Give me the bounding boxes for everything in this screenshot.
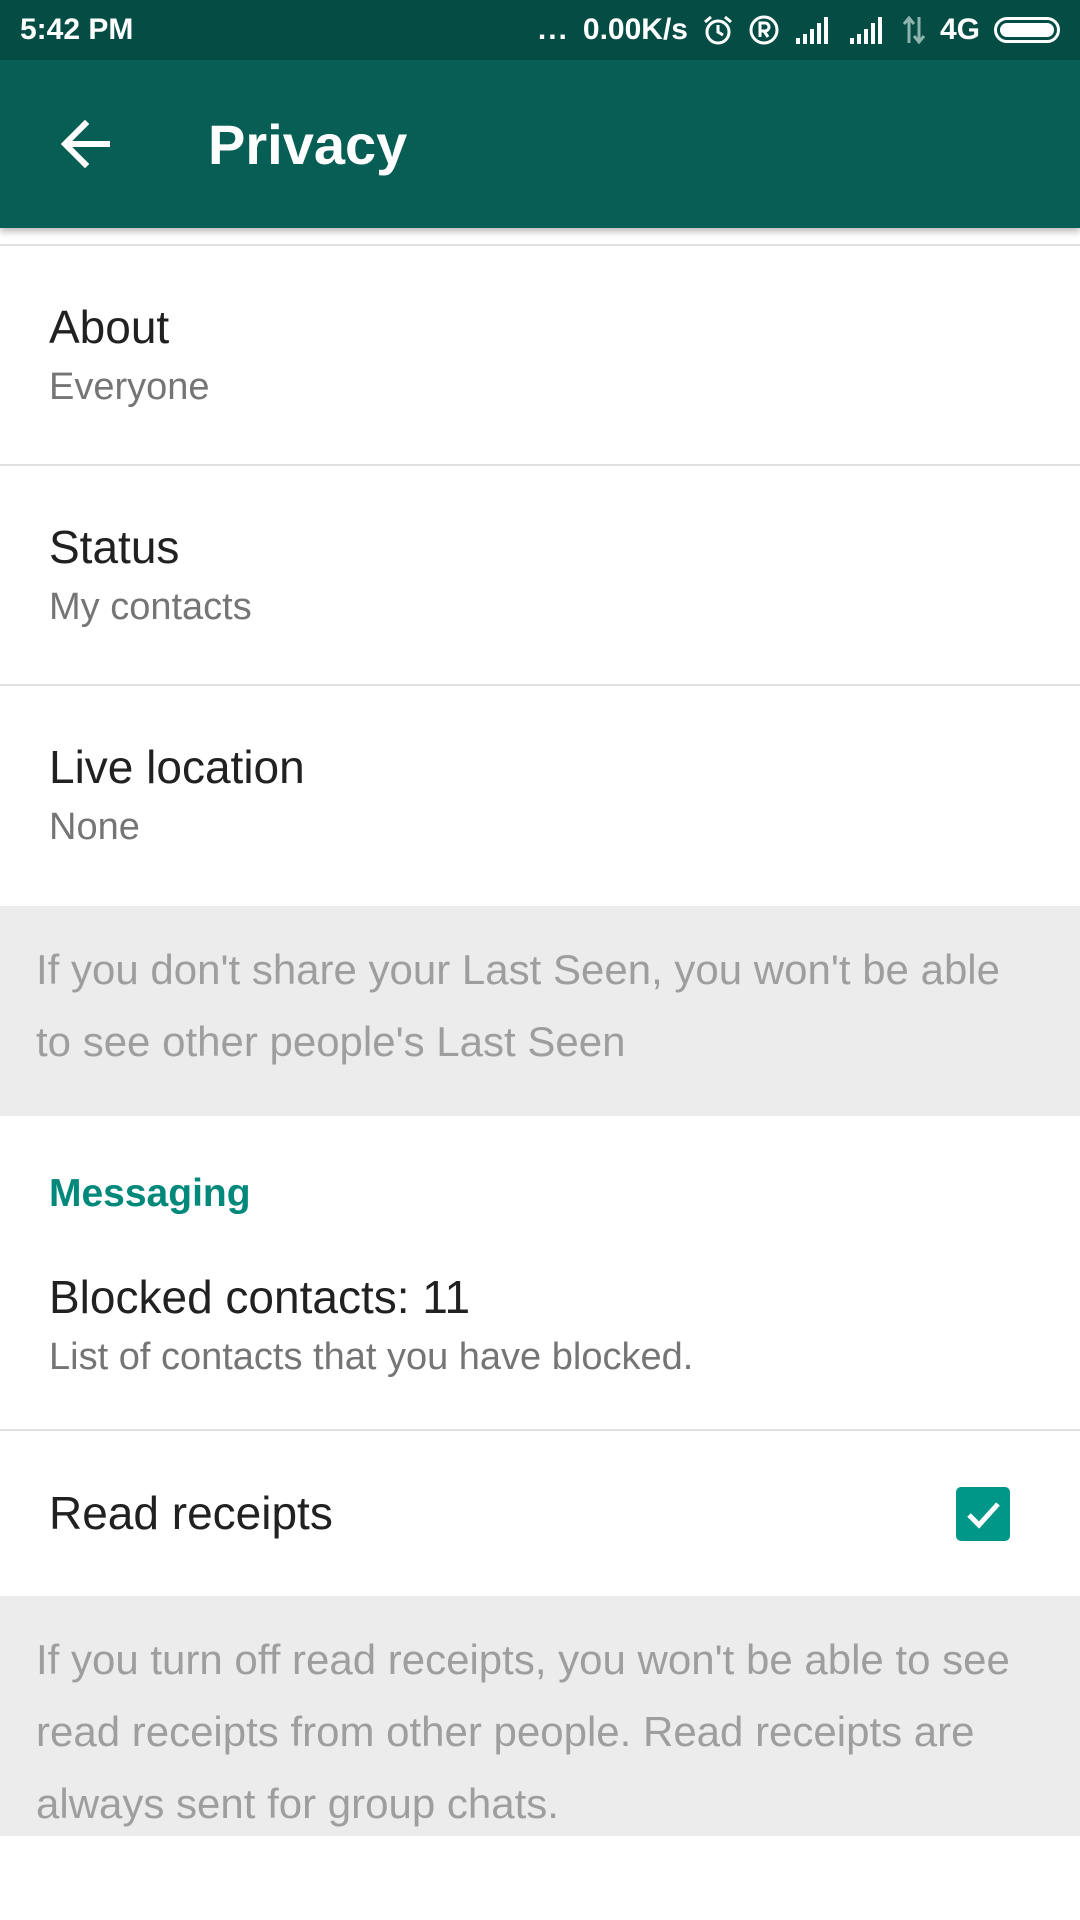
setting-value: None (49, 806, 140, 849)
read-receipts-info-text: If you turn off read receipts, you won't… (0, 1596, 1080, 1836)
back-button[interactable] (30, 89, 140, 199)
status-bar: 5:42 PM ... 0.00K/s 4G (0, 0, 1080, 60)
setting-live-location[interactable]: Live location None (0, 686, 1080, 906)
setting-title: Live location (49, 741, 305, 793)
divider (0, 228, 1080, 246)
privacy-settings-list: About Everyone Status My contacts Live l… (0, 228, 1080, 1836)
setting-status[interactable]: Status My contacts (0, 466, 1080, 686)
status-time: 5:42 PM (20, 13, 134, 46)
section-header-messaging: Messaging (49, 1172, 251, 1215)
signal-icon (794, 16, 834, 44)
setting-value: Everyone (49, 366, 210, 409)
setting-read-receipts[interactable]: Read receipts (0, 1431, 1080, 1596)
alarm-icon (702, 14, 734, 46)
registered-icon (748, 14, 780, 46)
more-dots-icon: ... (537, 13, 569, 46)
setting-title: Blocked contacts: 11 (49, 1271, 471, 1323)
network-type: 4G (939, 13, 980, 46)
setting-about[interactable]: About Everyone (0, 246, 1080, 466)
net-speed: 0.00K/s (582, 13, 688, 46)
data-arrows-icon (902, 15, 926, 45)
setting-subtitle: List of contacts that you have blocked. (49, 1336, 694, 1379)
setting-title: Status (49, 521, 180, 573)
check-icon (967, 1501, 1000, 1529)
setting-title: About (49, 301, 170, 353)
battery-icon (994, 17, 1060, 43)
setting-value: My contacts (49, 586, 252, 629)
last-seen-info-text: If you don't share your Last Seen, you w… (0, 906, 1080, 1116)
setting-title: Read receipts (49, 1486, 333, 1539)
page-title: Privacy (208, 112, 408, 176)
status-icons: ... 0.00K/s 4G (538, 13, 1060, 47)
app-bar: Privacy (0, 60, 1080, 228)
arrow-back-icon (60, 119, 110, 169)
signal-icon (848, 16, 888, 44)
setting-blocked-contacts[interactable]: Blocked contacts: 11 List of contacts th… (0, 1212, 1080, 1431)
read-receipts-checkbox[interactable] (956, 1486, 1010, 1541)
